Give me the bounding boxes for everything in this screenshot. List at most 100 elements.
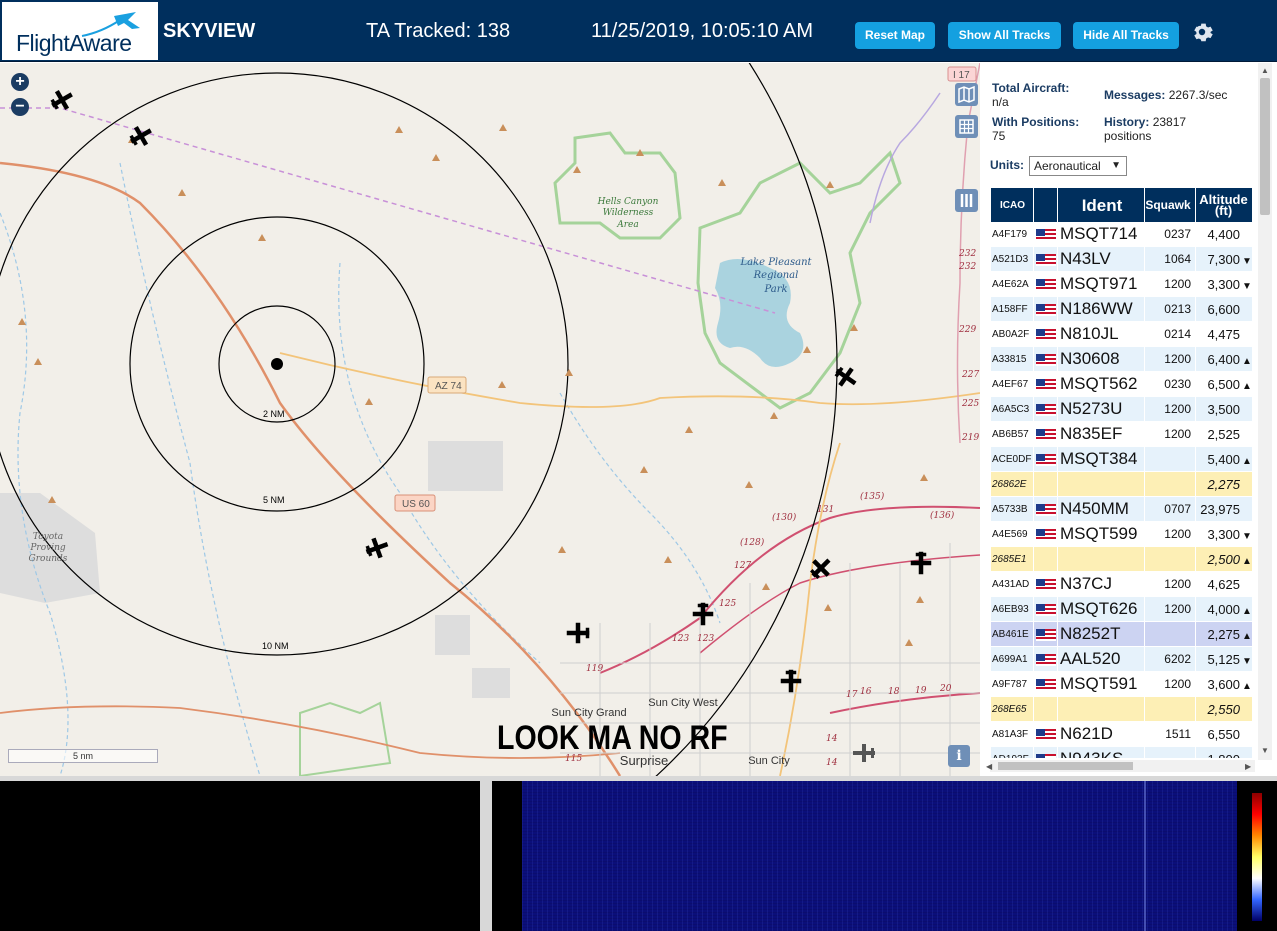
show-all-tracks-button[interactable]: Show All Tracks <box>948 22 1061 49</box>
table-row[interactable]: AB0A2F N810JL 0214 4,475 <box>991 322 1252 347</box>
table-row[interactable]: A4F179 MSQT714 0237 4,400 <box>991 222 1252 247</box>
table-row[interactable]: A6EB93 MSQT626 1200 4,000 ▲ <box>991 597 1252 622</box>
cell-squawk: 1511 <box>1145 722 1195 747</box>
altitude-trend-icon: ▲ <box>1242 455 1252 467</box>
overlay-caption: LOOK MA NO RF <box>497 719 728 757</box>
us-flag-icon <box>1034 222 1057 247</box>
column-header-squawk[interactable]: Squawk <box>1145 188 1195 222</box>
table-row[interactable]: ACE0DF MSQT384 5,400 ▲ <box>991 447 1252 472</box>
cell-icao: A4E62A <box>991 272 1033 297</box>
stat-label: Messages: <box>1104 88 1166 102</box>
hells-canyon-label: Hells Canyon <box>597 197 659 207</box>
table-row[interactable]: A9F787 MSQT591 1200 3,600 ▲ <box>991 672 1252 697</box>
altitude-trend-icon: ▲ <box>1242 630 1252 642</box>
us-flag-icon <box>1035 279 1056 292</box>
column-header-flag[interactable] <box>1034 188 1057 222</box>
table-row[interactable]: A33815 N30608 1200 6,400 ▲ <box>991 347 1252 372</box>
column-header-altitude[interactable]: Altitude (ft) <box>1196 188 1252 222</box>
altitude-trend-icon: ▲ <box>1242 680 1252 692</box>
cell-icao: A33815 <box>991 347 1033 372</box>
hide-all-tracks-button[interactable]: Hide All Tracks <box>1073 22 1179 49</box>
us-flag-icon <box>1034 447 1057 472</box>
aircraft-icon[interactable] <box>853 744 875 762</box>
us-flag-icon <box>1035 454 1056 467</box>
table-row[interactable]: A431AD N37CJ 1200 4,625 <box>991 572 1252 597</box>
table-row[interactable]: A4E62A MSQT971 1200 3,300 ▼ <box>991 272 1252 297</box>
columns-icon-glyph <box>960 194 973 207</box>
stat-value: 2267.3/sec <box>1168 88 1228 102</box>
table-row[interactable]: A4E569 MSQT599 1200 3,300 ▼ <box>991 522 1252 547</box>
cell-squawk: 0237 <box>1145 222 1195 247</box>
aircraft-icon[interactable] <box>566 622 590 644</box>
units-select[interactable]: Aeronautical ▼ <box>1029 156 1127 176</box>
flightaware-logo[interactable]: FlightAware <box>2 2 158 60</box>
table-row[interactable]: A6A5C3 N5273U 1200 3,500 <box>991 397 1252 422</box>
column-header-icao[interactable]: ICAO <box>991 188 1033 222</box>
road-number: 219 <box>961 433 979 443</box>
table-row[interactable]: 2685E1 2,500 ▲ <box>991 547 1252 572</box>
aircraft-icon[interactable] <box>363 535 391 561</box>
table-row[interactable]: AB461E N8252T 2,275 ▲ <box>991 622 1252 647</box>
cell-altitude: 3,500 <box>1196 397 1252 422</box>
info-icon[interactable]: i <box>948 745 970 767</box>
scroll-left-icon[interactable]: ◀ <box>986 762 992 771</box>
stat-value: 75 <box>992 129 1006 143</box>
sun-city-west-label: Sun City West <box>648 697 718 709</box>
reset-map-button[interactable]: Reset Map <box>855 22 935 49</box>
road-number: (128) <box>740 537 765 548</box>
altitude-value: 3,300 <box>1207 526 1240 542</box>
table-row[interactable]: A521D3 N43LV 1064 7,300 ▼ <box>991 247 1252 272</box>
us-flag-icon <box>1035 429 1056 442</box>
column-header-ident[interactable]: Ident <box>1058 188 1144 222</box>
table-row[interactable]: A81A3F N621D 1511 6,550 <box>991 722 1252 747</box>
waterfall-display <box>522 781 1237 931</box>
aircraft-icon[interactable] <box>910 551 932 575</box>
table-row[interactable]: AD193F N943KS 1,800 <box>991 747 1252 758</box>
us-flag-icon <box>1035 754 1056 758</box>
aircraft-icon[interactable] <box>47 86 76 114</box>
road-number: 20 <box>939 684 952 694</box>
us-flag-icon <box>1034 322 1057 347</box>
columns-icon[interactable] <box>955 189 978 212</box>
table-row[interactable]: A5733B N450MM 0707 23,975 <box>991 497 1252 522</box>
skyview-app: FlightAware SKYVIEW TA Tracked: 138 11/2… <box>0 0 1277 931</box>
cell-altitude: 2,275 ▲ <box>1196 622 1252 647</box>
map-view[interactable]: 2 NM 5 NM 10 NM AZ 74 US 60 I 17 Hells C… <box>0 63 980 776</box>
ring-label-2nm: 2 NM <box>263 409 285 419</box>
bottom-panels <box>0 776 1277 931</box>
cell-icao: A699A1 <box>991 647 1033 672</box>
table-horizontal-scroll-thumb[interactable] <box>998 762 1133 770</box>
scroll-up-icon[interactable]: ▲ <box>1261 66 1269 75</box>
grid-icon[interactable] <box>955 115 978 138</box>
waterfall-signal-line <box>1144 781 1146 931</box>
panel-vertical-scroll-thumb[interactable] <box>1260 78 1270 215</box>
table-row[interactable]: 268E65 2,550 <box>991 697 1252 722</box>
scroll-down-icon[interactable]: ▼ <box>1261 746 1269 755</box>
zoom-in-icon[interactable]: + <box>11 73 29 91</box>
cell-altitude: 2,525 <box>1196 422 1252 447</box>
zoom-out-icon[interactable]: − <box>11 98 29 116</box>
aircraft-icon[interactable] <box>831 362 860 391</box>
az74-shield: AZ 74 <box>435 381 462 392</box>
map-canvas[interactable]: 2 NM 5 NM 10 NM AZ 74 US 60 I 17 Hells C… <box>0 63 980 776</box>
table-row[interactable]: A4EF67 MSQT562 0230 6,500 ▲ <box>991 372 1252 397</box>
table-row[interactable]: A699A1 AAL520 6202 5,125 ▼ <box>991 647 1252 672</box>
cell-squawk <box>1145 697 1195 722</box>
table-row[interactable]: 26862E 2,275 <box>991 472 1252 497</box>
stat-value: n/a <box>992 95 1009 109</box>
us-flag-icon <box>1035 529 1056 542</box>
stat-history: History: 23817 positions <box>1104 115 1254 143</box>
scroll-right-icon[interactable]: ▶ <box>1245 762 1251 771</box>
aircraft-table-container[interactable]: ICAO Ident Squawk Altitude (ft) A4F179 MS… <box>990 188 1255 758</box>
cell-icao: A521D3 <box>991 247 1033 272</box>
gear-icon[interactable] <box>1190 20 1214 44</box>
table-row[interactable]: A158FF N186WW 0213 6,600 <box>991 297 1252 322</box>
cell-ident: N30608 <box>1058 347 1144 372</box>
table-row[interactable]: AB6B57 N835EF 1200 2,525 <box>991 422 1252 447</box>
cell-squawk: 1200 <box>1145 272 1195 297</box>
aircraft-icon[interactable] <box>126 122 155 150</box>
cell-altitude: 4,625 <box>1196 572 1252 597</box>
cell-altitude: 5,125 ▼ <box>1196 647 1252 672</box>
map-layers-icon[interactable] <box>955 83 978 106</box>
us-flag-icon <box>1034 647 1057 672</box>
